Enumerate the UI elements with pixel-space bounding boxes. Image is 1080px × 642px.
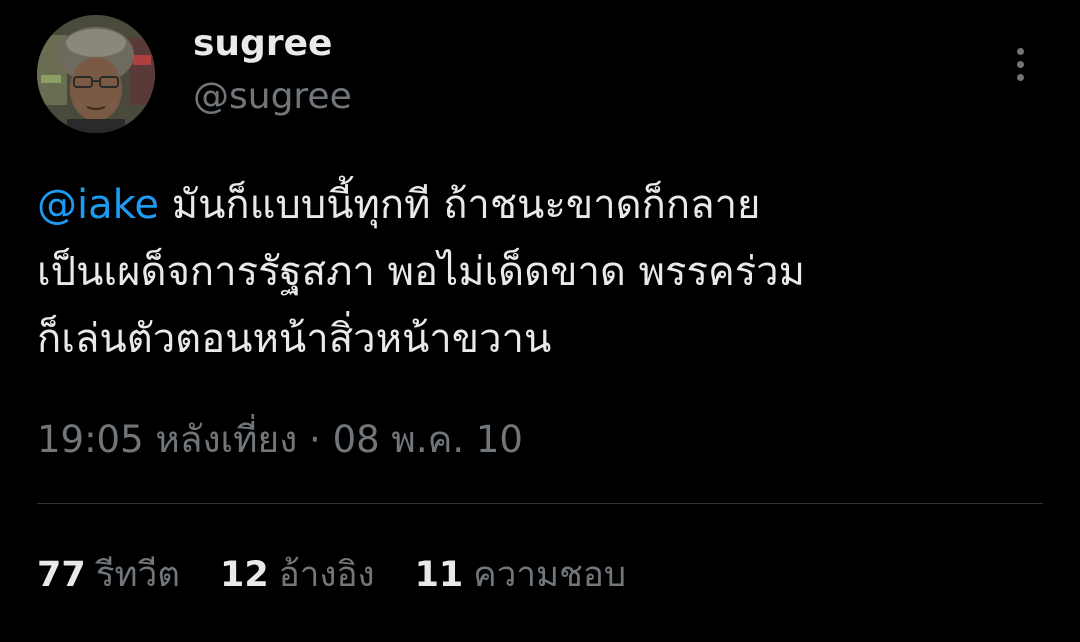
avatar[interactable] [37, 15, 155, 133]
retweets-stat[interactable]: 77 รีทวีต [37, 551, 180, 599]
more-options-icon-dot [1016, 73, 1024, 81]
likes-label: ความชอบ [473, 555, 627, 595]
more-options-icon [1016, 47, 1024, 55]
user-handle[interactable]: @sugree [193, 73, 352, 121]
mention-link[interactable]: @iake [37, 182, 159, 228]
tweet-timestamp[interactable]: 19:05 หลังเที่ยง · 08 พ.ค. 10 [37, 416, 523, 464]
tweet-line-1: @iake มันก็แบบนี้ทุกที ถ้าชนะขาดก็กลาย [37, 172, 1047, 239]
display-name[interactable]: sugree [193, 20, 332, 68]
more-options-button[interactable] [1000, 40, 1040, 88]
quotes-count: 12 [219, 555, 269, 595]
profile-photo-icon [37, 15, 155, 133]
retweets-label: รีทวีต [95, 555, 180, 595]
retweets-count: 77 [37, 555, 86, 595]
tweet-line-3: ก็เล่นตัวตอนหน้าสิ่วหน้าขวาน [37, 316, 552, 362]
quotes-stat[interactable]: 12 อ้างอิง [220, 551, 375, 599]
quotes-label: อ้างอิง [278, 555, 375, 595]
more-options-icon-dot [1016, 60, 1024, 68]
tweet-line-1-text: มันก็แบบนี้ทุกที ถ้าชนะขาดก็กลาย [158, 182, 761, 228]
divider [37, 503, 1043, 504]
likes-count: 11 [414, 555, 464, 595]
tweet-line-2: เป็นเผด็จการรัฐสภา พอไม่เด็ดขาด พรรคร่วม [37, 249, 806, 295]
tweet-text: @iake มันก็แบบนี้ทุกที ถ้าชนะขาดก็กลาย เ… [37, 172, 1047, 373]
likes-stat[interactable]: 11 ความชอบ [415, 551, 627, 599]
tweet-stats: 77 รีทวีต 12 อ้างอิง 11 ความชอบ [37, 551, 626, 599]
